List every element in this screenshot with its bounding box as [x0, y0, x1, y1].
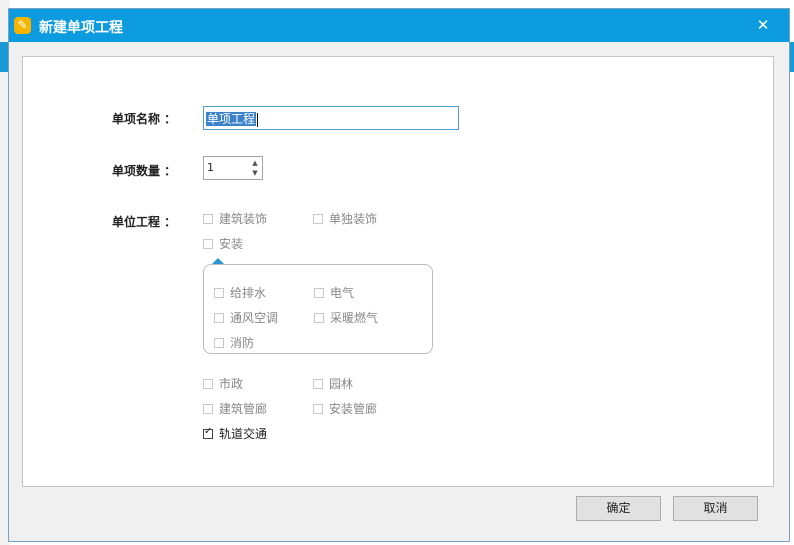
checkbox-box[interactable] [313, 403, 323, 414]
units-label: 单位工程 ： [112, 215, 177, 229]
checkbox-label: 单独装饰 [329, 212, 378, 226]
checkbox-tongfeng[interactable]: 通风空调 [214, 309, 278, 326]
checkbox-dandu-zhuangshi[interactable]: 单独装饰 [313, 210, 377, 227]
form-panel: 单项名称 ： 单项工程 单项数量 ： 1 ▲ ▼ 单位工程 ： 建筑装饰 单独装… [22, 56, 774, 487]
app-logo-icon: ✎ [14, 17, 31, 34]
checkbox-box[interactable] [214, 287, 224, 298]
spin-up-icon[interactable]: ▲ [250, 158, 260, 168]
checkbox-label: 市政 [219, 377, 244, 391]
checkbox-label: 消防 [230, 336, 255, 350]
checkbox-box[interactable] [203, 403, 213, 414]
checkbox-box[interactable] [203, 238, 213, 249]
checkbox-label: 轨道交通 [219, 427, 268, 441]
checkbox-yuanlin[interactable]: 园林 [313, 375, 353, 392]
checkbox-dianqi[interactable]: 电气 [314, 284, 354, 301]
checkmark-icon: ✓ [204, 425, 213, 437]
new-project-dialog: ✎ 新建单项工程 ✕ 单项名称 ： 单项工程 单项数量 ： 1 ▲ ▼ 单位工程… [8, 8, 790, 542]
checkbox-box[interactable] [314, 312, 324, 323]
checkbox-jianzhu-guanlang[interactable]: 建筑管廊 [203, 400, 267, 417]
checkbox-box[interactable] [214, 337, 224, 348]
checkbox-label: 电气 [330, 286, 355, 300]
checkbox-label: 安装 [219, 237, 244, 251]
text-caret [257, 112, 259, 127]
checkbox-box[interactable] [313, 213, 323, 224]
checkbox-jianzhu-zhuangshi[interactable]: 建筑装饰 [203, 210, 267, 227]
spin-down-icon[interactable]: ▼ [250, 168, 260, 178]
checkbox-box[interactable] [314, 287, 324, 298]
checkbox-xiaofang[interactable]: 消防 [214, 334, 254, 351]
checkbox-anzhuang[interactable]: 安装 [203, 235, 243, 252]
checkbox-label: 给排水 [230, 286, 267, 300]
count-stepper[interactable]: 1 ▲ ▼ [203, 156, 263, 180]
anzhuang-subgroup: 给排水 电气 通风空调 采暖燃气 消防 [203, 264, 433, 354]
checkbox-label: 建筑装饰 [219, 212, 268, 226]
checkbox-box[interactable]: ✓ [203, 425, 213, 439]
checkbox-box[interactable] [313, 378, 323, 389]
checkbox-cainuan[interactable]: 采暖燃气 [314, 309, 378, 326]
ok-button[interactable]: 确定 [576, 496, 661, 521]
title-bar[interactable]: ✎ 新建单项工程 ✕ [9, 9, 789, 42]
checkbox-label: 通风空调 [230, 311, 279, 325]
checkbox-label: 采暖燃气 [330, 311, 379, 325]
count-label: 单项数量 ： [112, 164, 177, 178]
close-button[interactable]: ✕ [753, 15, 773, 35]
checkbox-shizheng[interactable]: 市政 [203, 375, 243, 392]
checkbox-label: 建筑管廊 [219, 402, 268, 416]
dialog-title: 新建单项工程 [39, 20, 123, 36]
checkbox-box[interactable] [214, 312, 224, 323]
checkbox-label: 安装管廊 [329, 402, 378, 416]
count-value: 1 [207, 161, 214, 174]
checkbox-anzhuang-guanlang[interactable]: 安装管廊 [313, 400, 377, 417]
name-input-value: 单项工程 [206, 112, 257, 126]
checkbox-box[interactable] [203, 378, 213, 389]
background-window-header-right [790, 42, 794, 72]
name-input[interactable]: 单项工程 [203, 106, 459, 130]
checkbox-label: 园林 [329, 377, 354, 391]
checkbox-guidao[interactable]: ✓ 轨道交通 [203, 425, 267, 442]
cancel-button[interactable]: 取消 [673, 496, 758, 521]
checkbox-box[interactable] [203, 213, 213, 224]
name-label: 单项名称 ： [112, 112, 177, 126]
checkbox-geipaishui[interactable]: 给排水 [214, 284, 266, 301]
